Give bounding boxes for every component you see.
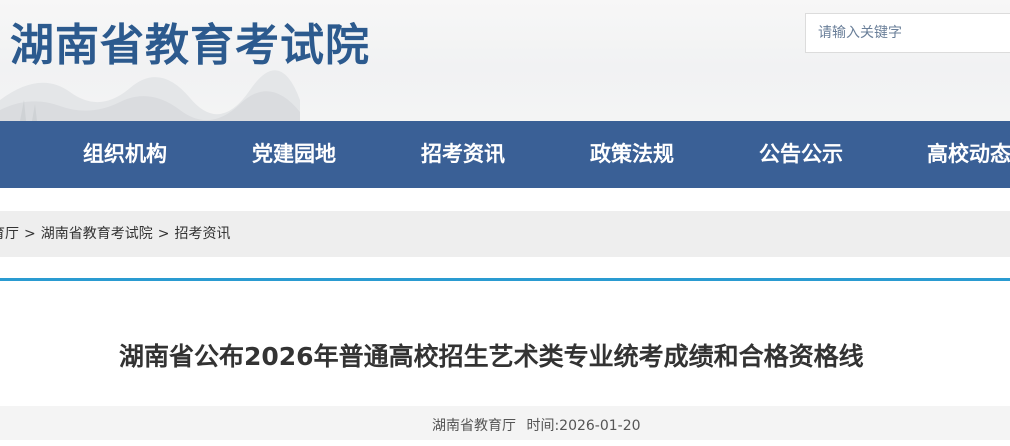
- breadcrumb-item-admissions-news[interactable]: 招考资讯: [174, 226, 230, 242]
- nav-item-university-news[interactable]: 高校动态: [927, 121, 1010, 188]
- nav-item-admissions-news[interactable]: 招考资讯: [421, 121, 505, 188]
- search-input[interactable]: [805, 13, 1010, 53]
- article-meta-bar: 湖南省教育厅 时间:2026-01-20: [0, 406, 1010, 440]
- breadcrumb-separator: >: [24, 226, 36, 242]
- nav-item-party-building[interactable]: 党建园地: [252, 121, 336, 188]
- breadcrumb-bar: 育厅>湖南省教育考试院>招考资讯: [0, 211, 1010, 257]
- section-divider: [0, 278, 1010, 281]
- article-meta: 湖南省教育厅 时间:2026-01-20: [432, 406, 641, 446]
- site-header: 湖南省教育考试院: [0, 0, 1010, 121]
- breadcrumb: 育厅>湖南省教育考试院>招考资讯: [0, 211, 230, 257]
- article-date: 2026-01-20: [559, 418, 641, 434]
- nav-item-policies[interactable]: 政策法规: [590, 121, 674, 188]
- article-title: 湖南省公布2026年普通高校招生艺术类专业统考成绩和合格资格线: [119, 342, 864, 371]
- article-time-label: 时间:: [526, 418, 560, 434]
- nav-item-announcements[interactable]: 公告公示: [759, 121, 843, 188]
- nav-item-organization[interactable]: 组织机构: [83, 121, 167, 188]
- article-source: 湖南省教育厅: [432, 418, 516, 434]
- main-nav: 组织机构 党建园地 招考资讯 政策法规 公告公示 高校动态: [0, 121, 1010, 188]
- site-title: 湖南省教育考试院: [10, 20, 370, 71]
- breadcrumb-item-education-department[interactable]: 育厅: [0, 226, 19, 242]
- breadcrumb-item-exam-authority[interactable]: 湖南省教育考试院: [41, 226, 153, 242]
- breadcrumb-separator: >: [157, 226, 170, 242]
